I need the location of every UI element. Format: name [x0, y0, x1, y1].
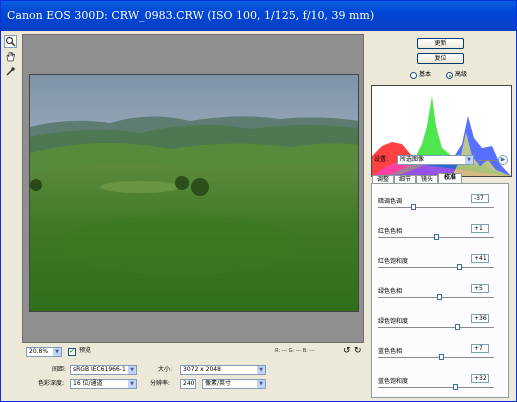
green-saturation-slider-track[interactable]	[378, 327, 494, 328]
blue-saturation-value-field[interactable]: +32	[471, 374, 489, 383]
settings-menu-icon[interactable]: ▶	[498, 155, 508, 165]
photo-preview[interactable]	[29, 74, 359, 312]
settings-panel: 更新 复位 基本 高级 设置: 所选图像 ▼ ▶ 调整 细节 镜头 校准 暗调色…	[368, 34, 514, 399]
rotate-left-icon[interactable]: ↺	[343, 346, 351, 356]
red-saturation-label: 红色饱和度	[378, 258, 409, 265]
slider-row-blue-hue: 蓝色色相 +7	[372, 344, 510, 366]
green-saturation-slider-thumb[interactable]	[454, 324, 460, 330]
zoom-value: 20.8%	[29, 348, 49, 355]
depth-select[interactable]: 16 位/通道 ▼	[70, 379, 137, 389]
mode-advanced-radio[interactable]	[446, 72, 453, 79]
chevron-down-icon: ▼	[257, 380, 265, 388]
settings-divider	[478, 160, 498, 161]
zoom-select[interactable]: 20.8% ▼	[26, 347, 62, 357]
blue-saturation-slider-track[interactable]	[378, 387, 494, 388]
green-hue-label: 绿色色相	[378, 288, 403, 295]
red-saturation-slider-track[interactable]	[378, 267, 494, 268]
blue-hue-slider-track[interactable]	[378, 357, 494, 358]
eyedropper-icon[interactable]	[4, 65, 17, 78]
reset-button[interactable]: 复位	[417, 53, 464, 64]
shadow-tint-label: 暗调色调	[378, 198, 403, 205]
blue-saturation-slider-thumb[interactable]	[452, 384, 458, 390]
shadow-tint-slider-thumb[interactable]	[410, 204, 416, 210]
size-select[interactable]: 3072 x 2048 ▼	[180, 365, 266, 375]
settings-label: 设置:	[374, 156, 389, 163]
preview-bottom-bar: 20.8% ▼ ✔ 预览 R: --- G: --- B: --- ↺ ↻	[22, 346, 366, 360]
mode-advanced-label: 高级	[455, 71, 468, 78]
green-saturation-value-field[interactable]: +36	[471, 314, 489, 323]
settings-value: 所选图像	[400, 156, 425, 163]
chevron-down-icon: ▼	[53, 348, 61, 356]
rotate-right-icon[interactable]: ↻	[354, 346, 362, 356]
color-space-value: sRGB IEC61966-1	[73, 366, 126, 373]
space-label: 间距:	[52, 366, 67, 373]
preview-label: 预览	[79, 347, 92, 354]
slider-row-green-saturation: 绿色饱和度 +36	[372, 314, 510, 336]
resolution-value: 240	[183, 380, 195, 387]
preview-checkbox[interactable]: ✔	[68, 348, 76, 356]
mode-basic-label: 基本	[419, 71, 432, 78]
red-hue-slider-thumb[interactable]	[434, 234, 439, 240]
slider-row-red-saturation: 红色饱和度 +41	[372, 254, 510, 276]
green-saturation-label: 绿色饱和度	[378, 318, 409, 325]
shadow-tint-value-field[interactable]: -37	[471, 194, 489, 203]
rgb-readout: R: --- G: --- B: ---	[275, 348, 315, 354]
red-hue-label: 红色色相	[378, 228, 403, 235]
blue-hue-value-field[interactable]: +7	[471, 344, 489, 353]
zoom-icon[interactable]	[4, 35, 17, 48]
resolution-field[interactable]: 240	[180, 379, 196, 389]
blue-hue-slider-thumb[interactable]	[438, 354, 444, 360]
blue-saturation-label: 蓝色饱和度	[378, 378, 409, 385]
resolution-label: 分辨率:	[150, 380, 171, 387]
toolbox	[4, 35, 18, 79]
size-label: 大小:	[158, 366, 173, 373]
size-value: 3072 x 2048	[183, 366, 221, 373]
blue-hue-label: 蓝色色相	[378, 348, 403, 355]
settings-select[interactable]: 所选图像 ▼	[397, 155, 474, 165]
shadow-tint-slider-track[interactable]	[378, 207, 494, 208]
slider-row-green-hue: 绿色色相 +5	[372, 284, 510, 306]
red-hue-value-field[interactable]: +1	[471, 224, 489, 233]
green-hue-slider-track[interactable]	[378, 297, 494, 298]
chevron-down-icon: ▼	[128, 380, 136, 388]
green-hue-slider-thumb[interactable]	[437, 294, 443, 300]
slider-row-shadow-tint: 暗调色调 -37	[372, 194, 510, 216]
green-hue-value-field[interactable]: +5	[471, 284, 489, 293]
image-preview-area[interactable]	[22, 34, 364, 343]
slider-row-blue-saturation: 蓝色饱和度 +32	[372, 374, 510, 396]
chevron-down-icon: ▼	[465, 156, 473, 164]
resolution-unit-select[interactable]: 像素/英寸 ▼	[202, 379, 266, 389]
red-saturation-slider-thumb[interactable]	[457, 264, 463, 270]
chevron-down-icon: ▼	[257, 366, 265, 374]
resolution-unit-value: 像素/英寸	[205, 380, 232, 387]
update-button[interactable]: 更新	[417, 38, 464, 49]
color-space-select[interactable]: sRGB IEC61966-1 ▼	[70, 365, 137, 375]
chevron-down-icon: ▼	[128, 366, 136, 374]
depth-label: 色彩深度:	[38, 380, 65, 387]
slider-row-red-hue: 红色色相 +1	[372, 224, 510, 246]
hand-icon[interactable]	[4, 50, 17, 63]
mode-basic-radio[interactable]	[410, 72, 417, 79]
calibration-panel: 暗调色调 -37 红色色相 +1 红色饱和度 +41 绿色色相 +5 绿色饱和度 +36 蓝色色相 +…	[371, 183, 509, 398]
red-saturation-value-field[interactable]: +41	[471, 254, 489, 263]
window-title: Canon EOS 300D: CRW_0983.CRW (ISO 100, 1…	[1, 1, 516, 31]
depth-value: 16 位/通道	[73, 380, 103, 387]
camera-raw-window: Canon EOS 300D: CRW_0983.CRW (ISO 100, 1…	[0, 0, 517, 402]
